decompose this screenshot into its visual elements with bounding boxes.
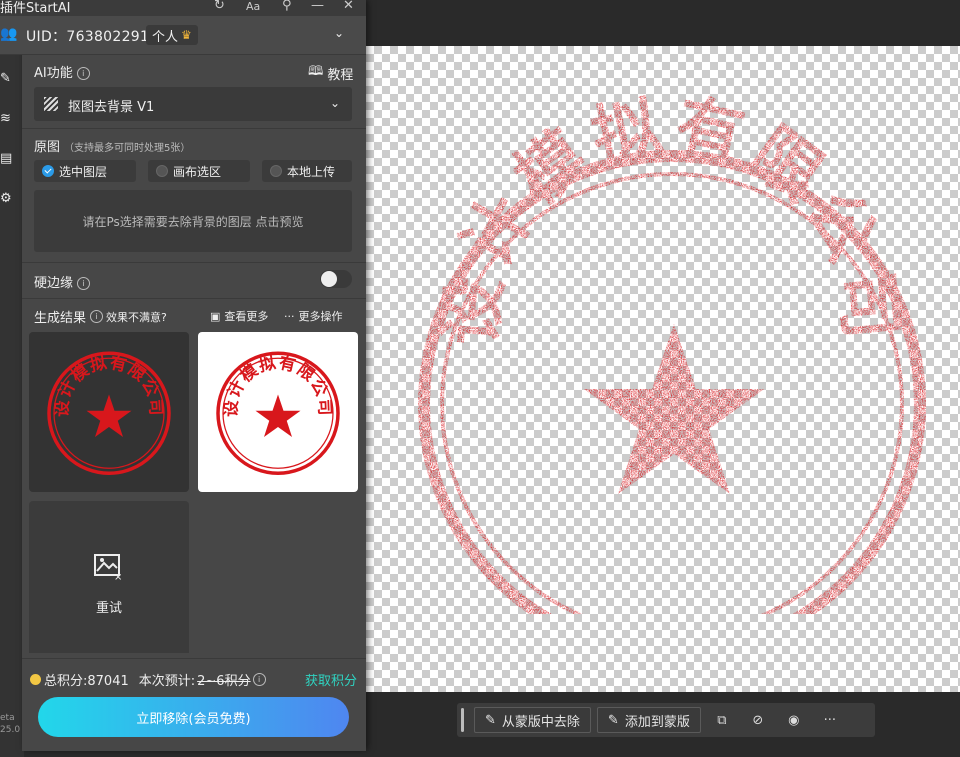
panel-footer: 总积分:87041 本次预计: 2~6积分 i 获取积分 立即移除(会员免费) [22, 658, 366, 751]
stamp-text: 设计模拟有限公司 [431, 94, 906, 349]
coin-icon [30, 674, 41, 685]
refresh-icon[interactable]: ↻ [214, 0, 225, 13]
get-points-link[interactable]: 获取积分 [305, 670, 357, 689]
font-size-icon[interactable]: Aa [246, 0, 260, 13]
stamp-image: 设计模拟有限公司 [418, 94, 926, 614]
points-info: 总积分:87041 本次预计: 2~6积分 i [30, 670, 266, 689]
radio-icon [156, 165, 168, 177]
stamp-thumbnail: 设计模拟有限公司 [216, 351, 340, 475]
ellipsis-icon: ··· [284, 309, 295, 323]
layers-icon[interactable]: ≋ [0, 112, 14, 126]
source-option-selected-layer[interactable]: 选中图层 [34, 160, 136, 182]
mask-disable-icon[interactable]: ⊘ [743, 707, 773, 733]
check-icon [42, 165, 54, 177]
close-icon[interactable]: ✕ [343, 0, 354, 13]
remove-now-button[interactable]: 立即移除(会员免费) [38, 697, 349, 737]
svg-text:设计模拟有限公司: 设计模拟有限公司 [431, 94, 912, 349]
toolbar-grip[interactable] [461, 708, 464, 732]
startai-panel: 插件StartAI ↻ Aa ⚲ — ✕ 👥 UID：763802291 个人 … [0, 0, 366, 751]
book-icon: 🕮 [308, 64, 324, 79]
minimize-icon[interactable]: — [311, 0, 324, 13]
result-thumbnail[interactable]: 设计模拟有限公司 [29, 332, 189, 492]
version-label: eta 25.0 [0, 713, 21, 735]
mask-view-icon[interactable]: ◉ [779, 707, 809, 733]
source-option-canvas-selection[interactable]: 画布选区 [148, 160, 250, 182]
source-option-local-upload[interactable]: 本地上传 [262, 160, 352, 182]
brush-minus-icon: ✎ [485, 712, 496, 728]
more-options-icon[interactable]: ··· [815, 707, 845, 733]
hard-edge-toggle[interactable] [320, 270, 352, 288]
mask-toolbar: ✎ 从蒙版中去除 ✎ 添加到蒙版 ⧉ ⊘ ◉ ··· [457, 703, 875, 737]
uid-label: UID：763802291 [26, 29, 150, 45]
info-icon: i [90, 310, 104, 323]
hard-edge-label: 硬边缘 i [34, 272, 91, 291]
panel-titlebar: 插件StartAI ↻ Aa ⚲ — ✕ [0, 0, 366, 16]
brush-plus-icon: ✎ [607, 712, 619, 728]
more-operations-button[interactable]: ··· 更多操作 [284, 308, 343, 324]
source-title: 原图 （支持最多可同时处理5张） [34, 140, 191, 155]
tutorial-link[interactable]: 🕮 教程 [308, 62, 353, 84]
document-icon[interactable]: ▤ [0, 152, 14, 166]
ai-function-select[interactable]: 抠图去背景 V1 ⌄ [34, 87, 352, 121]
info-icon: i [77, 277, 91, 290]
mask-select-icon[interactable]: ⧉ [707, 707, 737, 733]
tool-strip: ✎ ≋ ▤ ⚙ eta 25.0 [0, 0, 24, 757]
gear-icon[interactable]: ⚙ [0, 192, 14, 206]
stamp-thumbnail: 设计模拟有限公司 [47, 351, 171, 475]
cutout-icon [44, 97, 58, 111]
account-bar[interactable]: 👥 UID：763802291 个人 ♛ ⌄ [0, 16, 366, 55]
document-canvas[interactable]: 设计模拟有限公司 [366, 46, 960, 692]
radio-icon [270, 165, 282, 177]
crown-icon: ♛ [181, 28, 192, 42]
image-retry-icon: × [94, 554, 122, 581]
pin-icon[interactable]: ⚲ [282, 0, 292, 13]
app-title: 插件StartAI [0, 1, 71, 16]
info-icon: i [252, 673, 266, 686]
chevron-down-icon: ⌄ [329, 96, 340, 110]
user-icon: 👥 [0, 26, 18, 42]
svg-text:×: × [114, 572, 122, 581]
plan-badge[interactable]: 个人 ♛ [146, 25, 198, 45]
chevron-down-icon[interactable]: ⌄ [334, 26, 344, 40]
ai-function-title: AI功能 i [34, 62, 90, 81]
result-thumbnail-selected[interactable]: 设计模拟有限公司 [198, 332, 358, 492]
gallery-icon: ▣ [210, 309, 221, 323]
results-title: 生成结果 i 效果不满意? [34, 310, 167, 326]
retry-card[interactable]: × 重试 [29, 501, 189, 653]
edit-icon[interactable]: ✎ [0, 72, 14, 86]
info-icon: i [76, 67, 90, 80]
preview-area[interactable]: 请在Ps选择需要去除背景的图层 点击预览 [34, 190, 352, 252]
view-more-button[interactable]: ▣ 查看更多 [210, 308, 268, 324]
retry-label: 重试 [95, 601, 122, 616]
remove-from-mask-button[interactable]: ✎ 从蒙版中去除 [474, 707, 591, 733]
add-to-mask-button[interactable]: ✎ 添加到蒙版 [596, 707, 701, 733]
